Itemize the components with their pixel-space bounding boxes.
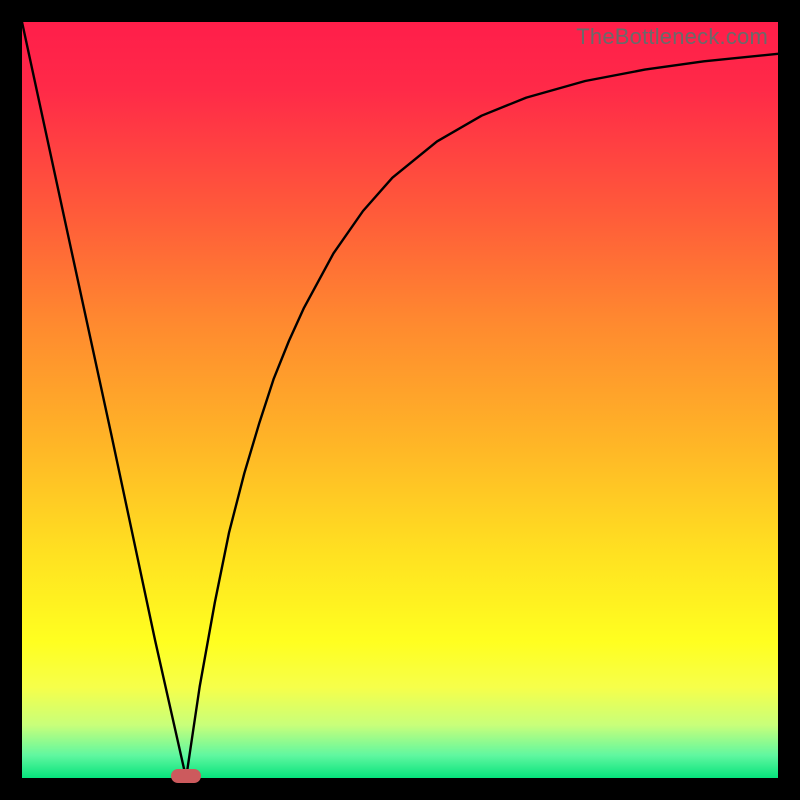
plot-area: TheBottleneck.com (22, 22, 778, 778)
chart-frame: TheBottleneck.com (0, 0, 800, 800)
bottleneck-curve (22, 22, 778, 778)
minimum-marker (171, 769, 201, 783)
